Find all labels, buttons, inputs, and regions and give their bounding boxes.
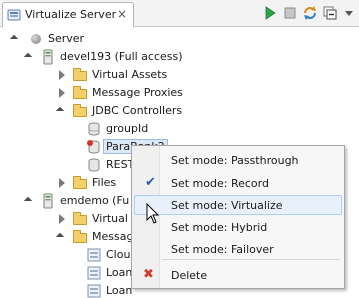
node-label: Files [92, 176, 117, 189]
database-icon [88, 158, 100, 172]
play-icon[interactable] [262, 5, 278, 21]
node-label: Loan [106, 266, 133, 279]
menu-item-label: Set mode: Hybrid [171, 221, 268, 234]
tree-node-groupid[interactable]: groupId [0, 120, 359, 138]
menu-item-label: Set mode: Passthrough [171, 154, 299, 167]
folder-open-icon [72, 103, 88, 119]
menu-item-label: Delete [171, 269, 208, 282]
menu-separator [162, 259, 340, 260]
tree-node-virtual-assets[interactable]: Virtual Assets [0, 66, 359, 84]
proxy-icon [87, 284, 101, 298]
close-icon[interactable]: × [117, 7, 127, 21]
folder-icon [72, 67, 88, 83]
database-error-icon [87, 140, 100, 154]
context-menu: Set mode: Passthrough ✔ Set mode: Record… [131, 145, 345, 289]
menu-item-failover[interactable]: Set mode: Failover [134, 239, 342, 259]
checkmark-icon: ✔ [145, 175, 156, 190]
expand-toggle[interactable] [58, 214, 68, 224]
folder-icon [72, 85, 88, 101]
delete-icon: ✖ [143, 267, 154, 282]
expand-toggle[interactable] [56, 106, 66, 116]
expand-toggle[interactable] [56, 232, 66, 242]
tab-title: Virtualize Server [25, 8, 117, 21]
menu-item-hybrid[interactable]: Set mode: Hybrid [134, 217, 342, 237]
node-label: Server [48, 32, 85, 45]
menu-item-label: Set mode: Virtualize [171, 199, 283, 212]
expand-toggle[interactable] [24, 196, 34, 206]
menu-item-passthrough[interactable]: Set mode: Passthrough [134, 150, 342, 170]
node-label: Loan [106, 284, 133, 297]
view-menu-icon[interactable] [341, 5, 357, 21]
expand-toggle[interactable] [58, 70, 68, 80]
proxy-icon [87, 266, 101, 280]
node-label: JDBC Controllers [92, 104, 183, 117]
mouse-cursor-icon [146, 203, 160, 224]
menu-item-record[interactable]: ✔ Set mode: Record [134, 173, 342, 193]
collapse-icon[interactable] [322, 5, 338, 21]
folder-icon [72, 175, 88, 191]
server-host-icon [43, 49, 53, 65]
node-label: Virtual Assets [92, 68, 168, 81]
tree-node-message-proxies[interactable]: Message Proxies [0, 84, 359, 102]
database-icon [88, 122, 100, 136]
server-icon [28, 31, 44, 47]
server-view-icon [7, 9, 21, 21]
expand-toggle[interactable] [10, 34, 20, 44]
node-label: Message Proxies [92, 86, 183, 99]
expand-toggle[interactable] [24, 52, 34, 62]
stop-icon[interactable] [282, 5, 298, 21]
tree-node-jdbc-controllers[interactable]: JDBC Controllers [0, 102, 359, 120]
tree-node-devel193[interactable]: devel193 (Full access) [0, 48, 359, 66]
node-label: devel193 (Full access) [60, 50, 183, 63]
menu-item-label: Set mode: Failover [171, 243, 274, 256]
folder-open-icon [72, 229, 88, 245]
expand-toggle[interactable] [58, 88, 68, 98]
node-label: groupId [106, 122, 149, 135]
folder-icon [72, 211, 88, 227]
tab-virtualize-server[interactable]: Virtualize Server × [2, 2, 134, 27]
menu-item-label: Set mode: Record [171, 177, 269, 190]
server-host-icon [43, 193, 53, 209]
tree-node-server[interactable]: Server [0, 30, 359, 48]
node-label: emdemo (Fu [60, 194, 130, 207]
editor-tab-bar: Virtualize Server × [0, 0, 359, 27]
refresh-icon[interactable] [302, 5, 318, 21]
menu-item-virtualize[interactable]: Set mode: Virtualize [134, 195, 342, 215]
menu-item-delete[interactable]: ✖ Delete [134, 265, 342, 285]
proxy-icon [87, 248, 101, 262]
expand-toggle[interactable] [58, 178, 68, 188]
